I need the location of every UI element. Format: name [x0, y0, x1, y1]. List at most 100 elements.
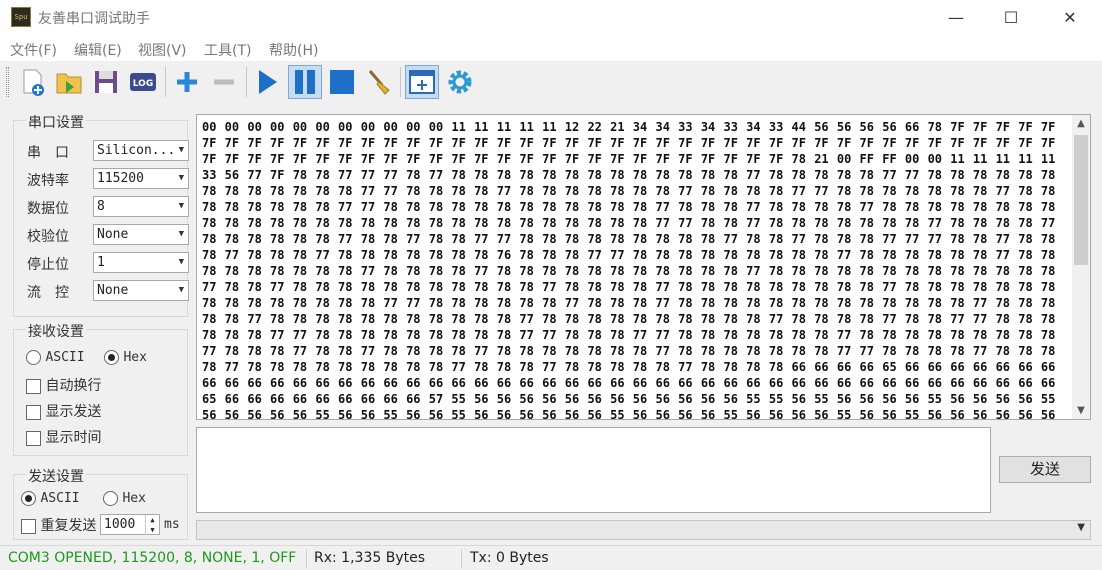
auto-newline-option[interactable]: 自动换行: [26, 375, 101, 395]
repeat-interval-value: 1000: [104, 517, 136, 532]
menu-tools[interactable]: 工具(T): [204, 40, 251, 60]
new-icon[interactable]: [15, 65, 49, 99]
receive-scrollbar[interactable]: ▲ ▼: [1072, 115, 1090, 419]
receive-ascii-label: ASCII: [45, 350, 85, 365]
stopbits-label: 停止位: [27, 257, 69, 273]
stopbits-row: 停止位 1 ▼: [27, 252, 189, 274]
interval-unit: ms: [164, 517, 180, 532]
chevron-down-icon: ▼: [178, 229, 184, 239]
scrollbar-thumb[interactable]: [1074, 135, 1088, 265]
serial-settings-group: 串口设置 串 口 Silicon... ▼ 波特率 115200 ▼ 数据位 8 ▼ …: [13, 112, 189, 317]
send-textarea[interactable]: [196, 427, 991, 513]
receive-hex-radio[interactable]: [104, 349, 119, 365]
close-button[interactable]: ✕: [1042, 0, 1098, 35]
app-logo-icon: Spu: [11, 7, 31, 27]
databits-label: 数据位: [27, 201, 69, 217]
pause-icon[interactable]: [288, 65, 322, 99]
play-icon[interactable]: [250, 65, 284, 99]
gear-icon[interactable]: [443, 65, 477, 99]
repeat-send-checkbox[interactable]: [21, 518, 36, 534]
show-send-label: 显示发送: [45, 404, 102, 420]
status-separator: [306, 549, 307, 568]
auto-newline-label: 自动换行: [45, 378, 102, 394]
remove-icon[interactable]: [207, 65, 241, 99]
repeat-send-option[interactable]: 重复发送: [21, 515, 99, 535]
databits-select[interactable]: 8 ▼: [93, 196, 189, 217]
repeat-send-label: 重复发送: [40, 518, 97, 534]
stepper-up-icon[interactable]: ▲: [145, 515, 159, 525]
window-title: 友善串口调试助手: [38, 11, 150, 27]
send-settings-title: 发送设置: [26, 466, 86, 486]
parity-row: 校验位 None ▼: [27, 224, 189, 246]
flow-select[interactable]: None ▼: [93, 280, 189, 301]
send-ascii-option[interactable]: ASCII: [21, 490, 80, 506]
serial-settings-title: 串口设置: [26, 112, 86, 132]
send-hex-option[interactable]: Hex: [103, 490, 146, 506]
port-value: Silicon...: [97, 143, 176, 158]
receive-hex-option[interactable]: Hex: [104, 349, 147, 365]
show-time-option[interactable]: 显示时间: [26, 427, 101, 447]
toolbar-separator: [400, 67, 401, 97]
send-ascii-label: ASCII: [40, 491, 80, 506]
parity-value: None: [97, 227, 129, 242]
send-ascii-radio[interactable]: [21, 490, 36, 506]
parity-label: 校验位: [27, 229, 69, 245]
send-hex-radio[interactable]: [103, 490, 118, 506]
stopbits-value: 1: [97, 255, 105, 270]
menu-edit[interactable]: 编辑(E): [74, 40, 122, 60]
menu-view[interactable]: 视图(V): [138, 40, 187, 60]
receive-hex-label: Hex: [123, 350, 147, 365]
toolbar-grip: [6, 67, 9, 97]
receive-settings-title: 接收设置: [26, 321, 86, 341]
receive-ascii-option[interactable]: ASCII: [26, 349, 85, 365]
stepper-down-icon[interactable]: ▼: [145, 525, 159, 535]
menu-help[interactable]: 帮助(H): [269, 40, 318, 60]
receive-ascii-radio[interactable]: [26, 349, 41, 365]
port-select[interactable]: Silicon... ▼: [93, 140, 189, 161]
receive-settings-group: 接收设置 ASCII Hex 自动换行 显示发送 显示时间: [13, 321, 188, 456]
show-send-option[interactable]: 显示发送: [26, 401, 101, 421]
log-icon-label: LOG: [133, 79, 153, 89]
show-time-label: 显示时间: [45, 430, 102, 446]
open-icon[interactable]: [52, 65, 86, 99]
show-send-checkbox[interactable]: [26, 404, 41, 420]
send-history-select[interactable]: ▼: [196, 520, 1091, 540]
chevron-down-icon: ▼: [178, 285, 184, 295]
send-settings-group: 发送设置 ASCII Hex 重复发送 1000 ▲ ▼ ms: [13, 466, 188, 540]
log-icon[interactable]: LOG: [126, 65, 160, 99]
repeat-interval-stepper[interactable]: 1000 ▲ ▼: [100, 514, 160, 535]
port-label: 串 口: [27, 145, 69, 161]
baud-label: 波特率: [27, 173, 69, 189]
chevron-down-icon: ▼: [178, 173, 184, 183]
tx-count: Tx: 0 Bytes: [470, 550, 549, 566]
port-status: COM3 OPENED, 115200, 8, NONE, 1, OFF: [8, 550, 297, 566]
flow-label: 流 控: [27, 285, 69, 301]
send-button[interactable]: 发送: [999, 456, 1091, 483]
maximize-button[interactable]: ☐: [983, 0, 1039, 35]
receive-data: 00 00 00 00 00 00 00 00 00 00 00 11 11 1…: [202, 120, 1056, 420]
stopbits-select[interactable]: 1 ▼: [93, 252, 189, 273]
baud-value: 115200: [97, 171, 144, 186]
port-row: 串 口 Silicon... ▼: [27, 140, 189, 162]
receive-textarea[interactable]: 00 00 00 00 00 00 00 00 00 00 00 11 11 1…: [196, 114, 1091, 420]
chevron-down-icon: ▼: [178, 257, 184, 267]
stop-icon[interactable]: [325, 65, 359, 99]
send-hex-label: Hex: [122, 491, 146, 506]
scroll-down-icon[interactable]: ▼: [1072, 402, 1090, 419]
toolbar: LOG: [0, 61, 1102, 103]
parity-select[interactable]: None ▼: [93, 224, 189, 245]
baud-select[interactable]: 115200 ▼: [93, 168, 189, 189]
chevron-down-icon: ▼: [178, 201, 184, 211]
save-icon[interactable]: [89, 65, 123, 99]
show-time-checkbox[interactable]: [26, 430, 41, 446]
broom-icon[interactable]: [362, 65, 396, 99]
minimize-button[interactable]: —: [928, 0, 984, 35]
window-icon[interactable]: [405, 65, 439, 99]
add-icon[interactable]: [170, 65, 204, 99]
title-bar: Spu 友善串口调试助手 — ☐ ✕: [0, 0, 1102, 35]
databits-row: 数据位 8 ▼: [27, 196, 189, 218]
menu-file[interactable]: 文件(F): [10, 40, 57, 60]
toolbar-separator: [165, 67, 166, 97]
auto-newline-checkbox[interactable]: [26, 378, 41, 394]
scroll-up-icon[interactable]: ▲: [1072, 115, 1090, 132]
